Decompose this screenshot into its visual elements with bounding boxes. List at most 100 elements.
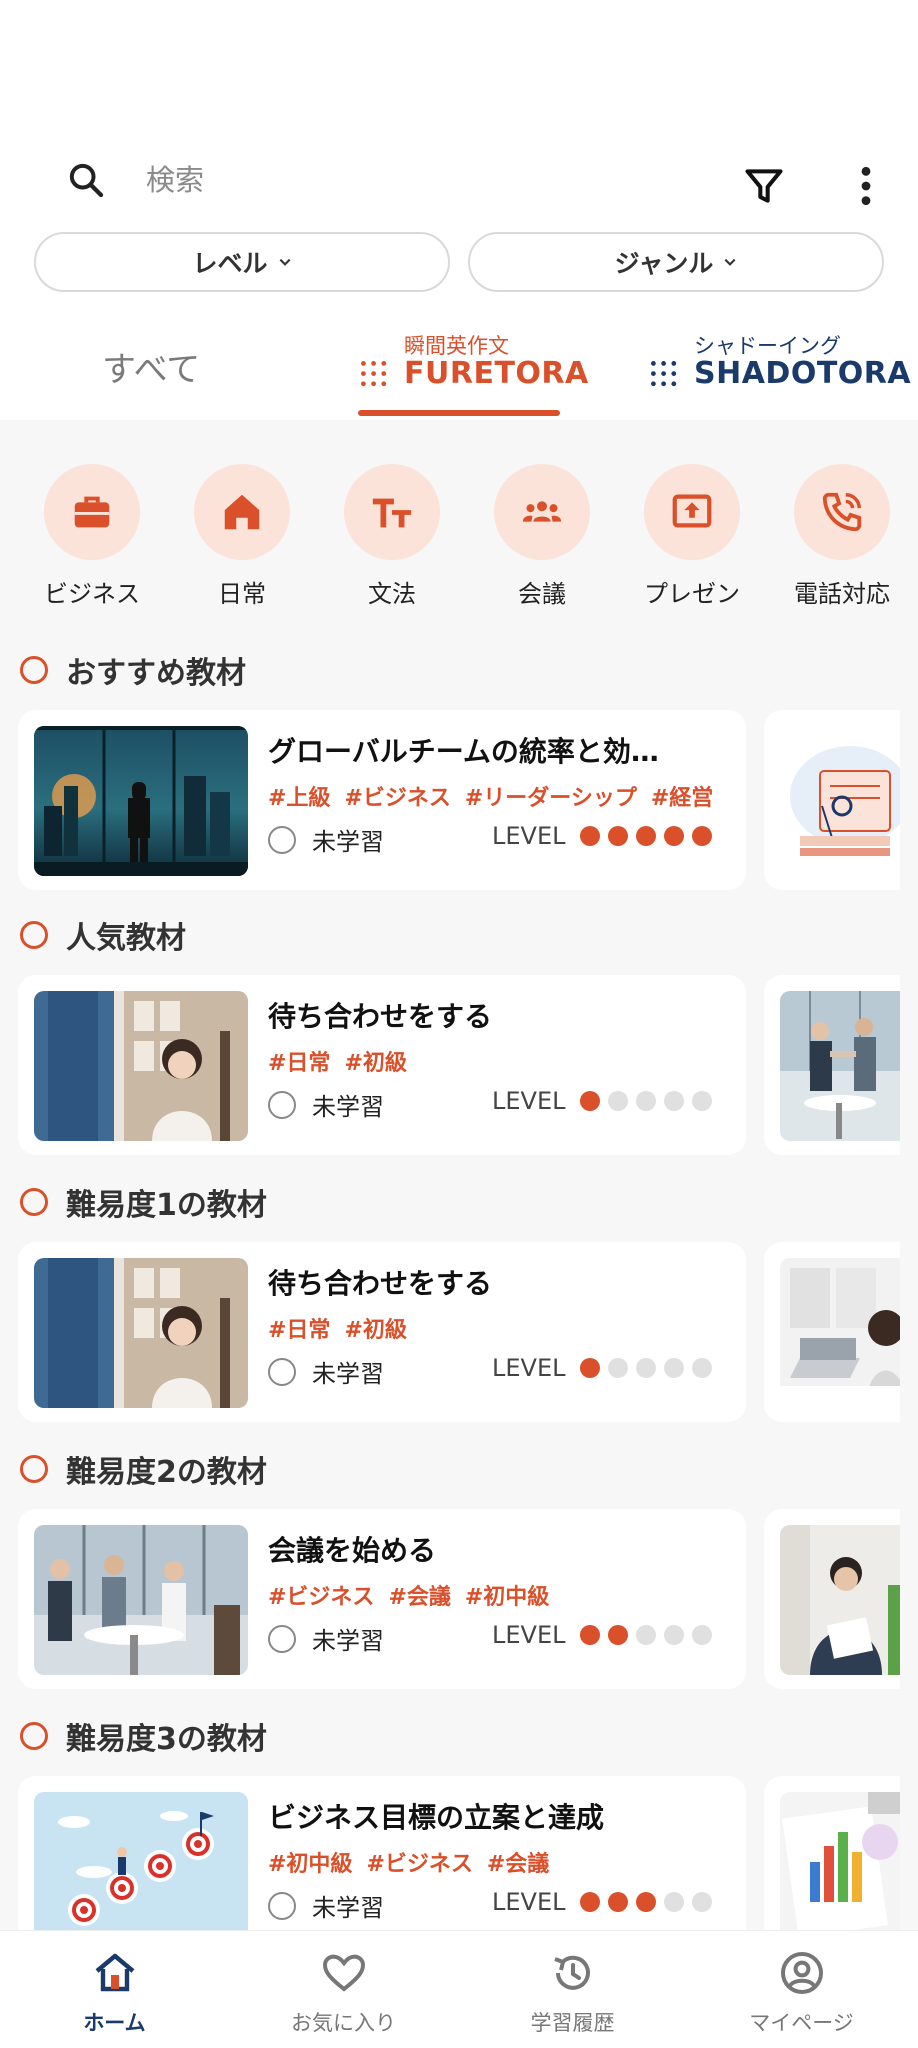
nav-label: ホーム [83, 2011, 146, 2035]
phone-icon [822, 492, 862, 532]
level-indicator: LEVEL [492, 1354, 720, 1382]
tag[interactable]: #ビジネス [344, 786, 450, 811]
tag[interactable]: #日常 [268, 1051, 330, 1076]
more-vert-icon[interactable] [852, 164, 880, 208]
category-presentation[interactable]: プレゼン [617, 464, 767, 609]
card-thumbnail [780, 1525, 900, 1675]
material-card-peek[interactable] [764, 1509, 900, 1689]
heart-icon [322, 1954, 365, 1992]
level-label: LEVEL [492, 1087, 566, 1115]
category-grammar[interactable]: 文法 [317, 464, 467, 609]
category-icon-circle [44, 464, 140, 560]
category-label: 会議 [518, 580, 566, 608]
card-thumbnail [34, 1525, 248, 1675]
level-label: LEVEL [492, 1354, 566, 1382]
tag[interactable]: #日常 [268, 1318, 330, 1343]
level-dot-filled [607, 1892, 628, 1912]
furetora-logo-icon [361, 361, 387, 387]
card-title: 会議を始める [268, 1534, 437, 1567]
material-card[interactable]: ビジネス目標の立案と達成 #初中級 #ビジネス #会議 未学習 LEVEL [18, 1776, 746, 1956]
category-icon-circle [344, 464, 440, 560]
level-dot-filled [579, 1625, 600, 1645]
material-card-peek[interactable] [764, 710, 900, 890]
level-dot-filled [635, 826, 656, 846]
level-dot-empty [663, 1892, 684, 1912]
nav-favorites[interactable]: お気に入り [229, 1931, 458, 2048]
material-card[interactable]: 待ち合わせをする #日常 #初級 未学習 LEVEL [18, 975, 746, 1155]
level-dot-empty [635, 1358, 656, 1378]
level-label: LEVEL [492, 822, 566, 850]
material-card[interactable]: 待ち合わせをする #日常 #初級 未学習 LEVEL [18, 1242, 746, 1422]
level-dot-empty [691, 1892, 712, 1912]
genre-dropdown[interactable]: ジャンル [468, 232, 884, 292]
material-card-peek[interactable] [764, 975, 900, 1155]
genre-dropdown-label: ジャンル [614, 249, 714, 278]
category-label: 電話対応 [794, 580, 890, 608]
tag[interactable]: #ビジネス [268, 1585, 374, 1610]
category-icon-circle [494, 464, 590, 560]
card-thumbnail [780, 1258, 900, 1408]
home-icon [224, 494, 260, 530]
category-icon-circle [194, 464, 290, 560]
status-circle-icon [268, 825, 296, 854]
status-circle-icon [268, 1090, 296, 1119]
card-tags: #初中級 #ビジネス #会議 [268, 1846, 728, 1878]
filter-icon[interactable] [742, 164, 786, 208]
nav-mypage[interactable]: マイページ [687, 1931, 916, 2048]
tag[interactable]: #初中級 [268, 1852, 352, 1877]
search-bar [0, 150, 918, 210]
group-icon [522, 501, 562, 522]
nav-label: 学習履歴 [530, 2011, 615, 2035]
card-title: ビジネス目標の立案と達成 [268, 1801, 605, 1834]
level-dot-empty [635, 1091, 656, 1111]
category-label: ビジネス [44, 580, 140, 608]
tag[interactable]: #初中級 [465, 1585, 549, 1610]
content-area [0, 420, 918, 1930]
tab-all[interactable]: すべて [102, 342, 200, 391]
category-meeting[interactable]: 会議 [467, 464, 617, 609]
material-card[interactable]: 会議を始める #ビジネス #会議 #初中級 未学習 LEVEL [18, 1509, 746, 1689]
tag[interactable]: #初級 [344, 1051, 406, 1076]
section-title-level1: 難易度1の教材 [20, 1180, 267, 1224]
status-text: 未学習 [312, 1894, 384, 1922]
level-dot-empty [691, 1625, 712, 1645]
home-icon [95, 1953, 134, 1992]
level-dots [579, 826, 720, 846]
section-title-recommended: おすすめ教材 [20, 648, 246, 692]
nav-history[interactable]: 学習履歴 [458, 1931, 687, 2048]
level-dropdown[interactable]: レベル [34, 232, 450, 292]
study-status: 未学習 [268, 822, 384, 857]
category-daily[interactable]: 日常 [167, 464, 317, 609]
level-dot-filled [607, 826, 628, 846]
status-text: 未学習 [312, 1093, 384, 1121]
tag[interactable]: #リーダーシップ [465, 786, 637, 811]
category-business[interactable]: ビジネス [17, 464, 167, 609]
tag[interactable]: #ビジネス [366, 1852, 472, 1877]
material-card-peek[interactable] [764, 1776, 900, 1956]
level-dot-filled [579, 1091, 600, 1111]
tag[interactable]: #会議 [388, 1585, 450, 1610]
tag[interactable]: #会議 [487, 1852, 549, 1877]
chevron-down-icon [279, 258, 290, 266]
tag[interactable]: #経営 [651, 786, 713, 811]
section-title-popular: 人気教材 [20, 913, 186, 957]
level-dot-filled [663, 826, 684, 846]
search-input[interactable] [146, 156, 706, 204]
level-dot-empty [607, 1091, 628, 1111]
study-status: 未学習 [268, 1621, 384, 1656]
level-dot-filled [635, 1892, 656, 1912]
material-card-peek[interactable] [764, 1242, 900, 1422]
category-phone[interactable]: 電話対応 [767, 464, 917, 609]
material-card[interactable]: グローバルチームの統率と効… #上級 #ビジネス #リーダーシップ #経営 未学習 L… [18, 710, 746, 890]
level-dot-empty [635, 1625, 656, 1645]
level-dots [579, 1892, 720, 1912]
nav-label: お気に入り [291, 2011, 396, 2035]
briefcase-icon [74, 496, 110, 528]
section-ring-icon [20, 921, 48, 949]
search-icon[interactable] [66, 160, 106, 200]
level-dots [579, 1091, 720, 1111]
tag[interactable]: #初級 [344, 1318, 406, 1343]
active-tab-indicator [358, 410, 560, 416]
nav-home[interactable]: ホーム [0, 1931, 229, 2048]
tag[interactable]: #上級 [268, 786, 330, 811]
